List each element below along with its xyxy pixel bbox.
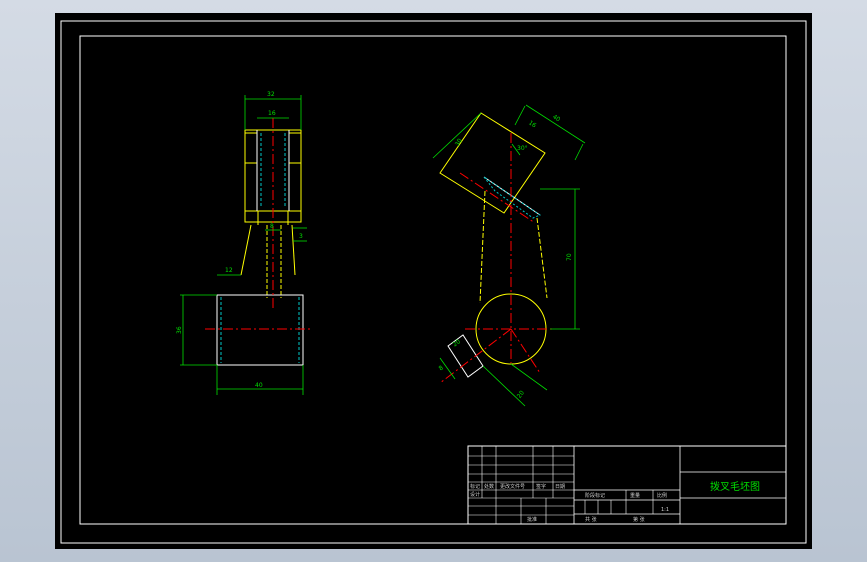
tb-design: 设计 [470,491,480,498]
cad-drawing-canvas[interactable]: 32 16 8 3 12 36 40 40 30 16 30° 70 20 20… [55,13,812,549]
right-view [432,104,586,407]
drawing-title: 拨叉毛坯图 [710,480,760,493]
dim-shank-width: 8 [270,223,274,230]
dim-slot-width: 16 [268,110,276,117]
dim-arm-length: 70 [566,253,573,261]
dim-small: 8 [438,364,445,372]
tb-sheet-no: 第 张 [633,516,645,523]
dim-block-height: 30 [454,137,464,147]
tb-scale-label: 比例 [657,492,667,499]
tb-approve: 批准 [527,516,537,523]
dim-boss-height: 36 [176,326,183,334]
dim-hole-dia: 20 [452,338,462,348]
tb-weight: 重量 [630,492,640,499]
cad-viewport[interactable]: 32 16 8 3 12 36 40 40 30 16 30° 70 20 20… [55,13,812,549]
dim-slot-depth: 16 [527,119,537,129]
tb-stage: 阶段标记 [585,492,605,499]
dim-top-width: 32 [267,91,275,98]
tb-sheets: 共 张 [585,516,597,523]
tb-sign: 签字 [536,483,546,490]
dim-shank-side: 3 [299,233,303,240]
dim-boss-width: 40 [255,382,263,389]
outer-frame [60,20,807,544]
left-view [180,95,313,395]
tb-date: 日期 [555,484,565,490]
tb-scale-value: 1:1 [661,507,669,513]
dim-angle: 30° [517,145,528,152]
tb-count: 处数 [484,483,494,490]
tb-doc-no: 更改文件号 [500,483,525,490]
dim-step: 12 [225,267,233,274]
tb-mark: 标记 [470,483,480,490]
